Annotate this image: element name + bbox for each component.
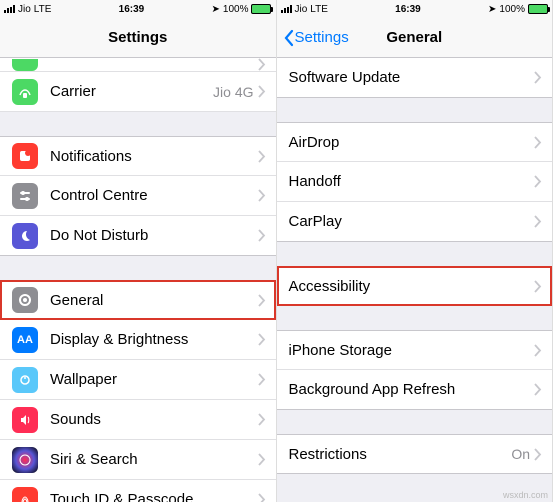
page-title: Settings	[108, 29, 167, 46]
wallpaper-row[interactable]: Wallpaper	[0, 360, 276, 400]
display-icon: AA	[12, 327, 38, 353]
row-label: AirDrop	[289, 134, 535, 151]
back-label: Settings	[295, 29, 349, 46]
row-label: Notifications	[50, 148, 258, 165]
chevron-right-icon	[534, 383, 542, 396]
nav-bar: Settings	[0, 18, 276, 58]
chevron-right-icon	[534, 280, 542, 293]
chevron-right-icon	[258, 229, 266, 242]
status-time: 16:39	[119, 4, 145, 15]
airdrop-row[interactable]: AirDrop	[277, 122, 553, 162]
location-icon: ➤	[488, 4, 496, 15]
battery-pct: 100%	[223, 4, 249, 15]
carrier-name: Jio	[18, 4, 31, 15]
settings-screen: Jio LTE 16:39 ➤ 100% Settings Carrier Ji…	[0, 0, 277, 502]
dnd-row[interactable]: Do Not Disturb	[0, 216, 276, 256]
gear-icon	[12, 287, 38, 313]
general-screen: Jio LTE 16:39 ➤ 100% Settings General So…	[277, 0, 553, 502]
moon-icon	[12, 223, 38, 249]
touchid-row[interactable]: Touch ID & Passcode	[0, 480, 276, 502]
signal-icon	[281, 5, 292, 13]
chevron-right-icon	[258, 294, 266, 307]
chevron-right-icon	[258, 58, 266, 71]
signal-icon	[4, 5, 15, 13]
row-label: Handoff	[289, 173, 535, 190]
row-label: Background App Refresh	[289, 381, 535, 398]
handoff-row[interactable]: Handoff	[277, 162, 553, 202]
location-icon: ➤	[212, 4, 220, 15]
phone-icon	[12, 59, 38, 71]
background-refresh-row[interactable]: Background App Refresh	[277, 370, 553, 410]
row-label: General	[50, 292, 258, 309]
fingerprint-icon	[12, 487, 38, 502]
settings-list[interactable]: Carrier Jio 4G Notifications Control Cen…	[0, 58, 276, 502]
wallpaper-icon	[12, 367, 38, 393]
chevron-right-icon	[534, 448, 542, 461]
row-detail: On	[511, 446, 530, 462]
display-row[interactable]: AA Display & Brightness	[0, 320, 276, 360]
notifications-icon	[12, 143, 38, 169]
row-label: Touch ID & Passcode	[50, 491, 258, 502]
carplay-row[interactable]: CarPlay	[277, 202, 553, 242]
software-update-row[interactable]: Software Update	[277, 58, 553, 98]
chevron-right-icon	[534, 136, 542, 149]
chevron-right-icon	[258, 85, 266, 98]
status-bar: Jio LTE 16:39 ➤ 100%	[277, 0, 553, 18]
row-label: Sounds	[50, 411, 258, 428]
siri-icon	[12, 447, 38, 473]
row-label: Display & Brightness	[50, 331, 258, 348]
control-centre-row[interactable]: Control Centre	[0, 176, 276, 216]
row-label: CarPlay	[289, 213, 535, 230]
general-list[interactable]: Software Update AirDrop Handoff CarPlay …	[277, 58, 553, 502]
notifications-row[interactable]: Notifications	[0, 136, 276, 176]
network-type: LTE	[34, 4, 52, 15]
sounds-row[interactable]: Sounds	[0, 400, 276, 440]
general-row[interactable]: General	[0, 280, 276, 320]
iphone-storage-row[interactable]: iPhone Storage	[277, 330, 553, 370]
chevron-right-icon	[258, 493, 266, 502]
watermark: wsxdn.com	[503, 490, 548, 500]
chevron-right-icon	[534, 215, 542, 228]
back-button[interactable]: Settings	[283, 29, 349, 47]
chevron-right-icon	[258, 453, 266, 466]
sounds-icon	[12, 407, 38, 433]
network-type: LTE	[310, 4, 328, 15]
chevron-right-icon	[258, 333, 266, 346]
battery-pct: 100%	[499, 4, 525, 15]
chevron-right-icon	[534, 71, 542, 84]
status-time: 16:39	[395, 4, 421, 15]
control-centre-icon	[12, 183, 38, 209]
row-detail: Jio 4G	[213, 84, 253, 100]
siri-row[interactable]: Siri & Search	[0, 440, 276, 480]
chevron-right-icon	[258, 150, 266, 163]
chevron-right-icon	[258, 189, 266, 202]
row-label: Control Centre	[50, 187, 258, 204]
page-title: General	[386, 29, 442, 46]
row-label: iPhone Storage	[289, 342, 535, 359]
row-label: Wallpaper	[50, 371, 258, 388]
row-label: Do Not Disturb	[50, 227, 258, 244]
row-label: Software Update	[289, 69, 535, 86]
battery-icon	[251, 4, 271, 14]
carrier-icon	[12, 79, 38, 105]
carrier-row[interactable]: Carrier Jio 4G	[0, 72, 276, 112]
carrier-name: Jio	[295, 4, 308, 15]
row-label: Carrier	[50, 83, 213, 100]
row-label: Restrictions	[289, 446, 512, 463]
nav-bar: Settings General	[277, 18, 553, 58]
chevron-right-icon	[534, 175, 542, 188]
row-label: Accessibility	[289, 278, 535, 295]
row-label: Siri & Search	[50, 451, 258, 468]
accessibility-row[interactable]: Accessibility	[277, 266, 553, 306]
partial-row[interactable]	[0, 58, 276, 72]
chevron-right-icon	[258, 413, 266, 426]
chevron-right-icon	[258, 373, 266, 386]
restrictions-row[interactable]: Restrictions On	[277, 434, 553, 474]
chevron-right-icon	[534, 344, 542, 357]
status-bar: Jio LTE 16:39 ➤ 100%	[0, 0, 276, 18]
battery-icon	[528, 4, 548, 14]
